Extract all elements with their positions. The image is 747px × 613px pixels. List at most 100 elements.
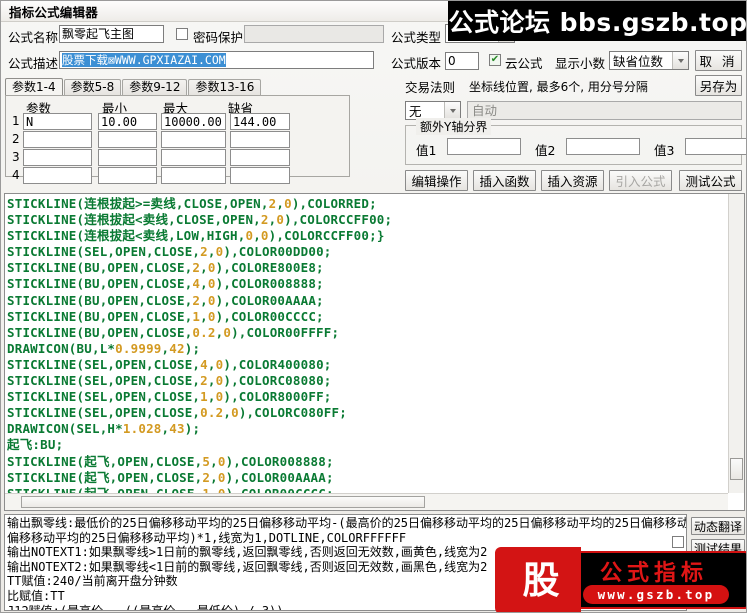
top-watermark-banner: 公式论坛 bbs.gszb.top	[448, 1, 747, 41]
formula-desc-label: 公式描述	[8, 56, 59, 71]
bottom-watermark-url: www.gszb.top	[597, 587, 715, 602]
code-editor-content[interactable]: STICKLINE(连根拔起>=卖线,CLOSE,OPEN,2,0),COLOR…	[5, 194, 728, 493]
param-name-1[interactable]: N	[23, 113, 92, 130]
param-row-index-2: 2	[12, 132, 20, 146]
param-max-4[interactable]	[161, 167, 226, 184]
code-line: STICKLINE(SEL,OPEN,CLOSE,0.2,0),COLORC08…	[7, 405, 347, 421]
formula-version-label: 公式版本	[391, 56, 442, 71]
bottom-watermark-url-pill: www.gszb.top	[583, 585, 729, 604]
cloud-formula-label: 云公式	[505, 56, 543, 71]
code-horizontal-scroll-thumb[interactable]	[21, 496, 425, 508]
code-line: STICKLINE(起飞,OPEN,CLOSE,1,0),COLOR00CCCC…	[7, 486, 728, 493]
formula-desc-selected-text: 股票下载⊠WWW.GPXIAZAI.COM	[62, 53, 226, 67]
param-min-2[interactable]	[98, 131, 157, 148]
code-line: STICKLINE(SEL,OPEN,CLOSE,4,0),COLOR40008…	[7, 356, 332, 372]
value2-label: 值2	[535, 143, 556, 158]
tab-params-1-4[interactable]: 参数1-4	[5, 78, 63, 95]
test-formula-button[interactable]: 测试公式	[679, 170, 742, 191]
code-line: STICKLINE(BU,OPEN,CLOSE,2,0),COLOR00AAAA…	[7, 292, 324, 308]
formula-name-label: 公式名称	[8, 30, 59, 45]
param-min-4[interactable]	[98, 167, 157, 184]
param-def-3[interactable]	[230, 149, 290, 166]
param-min-1[interactable]: 10.00	[98, 113, 157, 130]
code-editor[interactable]: STICKLINE(连根拔起>=卖线,CLOSE,OPEN,2,0),COLOR…	[4, 193, 745, 511]
tab-params-9-12[interactable]: 参数9-12	[122, 79, 188, 95]
value3-input[interactable]	[685, 138, 746, 155]
indicator-formula-editor-window: 指标公式编辑器 公式名称 飘零起飞主图 密码保护 公式类型 其他类 公式描述 股…	[0, 0, 747, 613]
param-row-index-3: 3	[12, 150, 20, 164]
param-name-4[interactable]	[23, 167, 92, 184]
insert-function-button[interactable]: 插入函数	[473, 170, 536, 191]
code-line: STICKLINE(SEL,OPEN,CLOSE,2,0),COLOR00DD0…	[7, 244, 332, 260]
code-vertical-scroll-thumb[interactable]	[730, 458, 743, 480]
trade-rule-label: 交易法则	[405, 80, 456, 95]
code-horizontal-scrollbar[interactable]	[5, 493, 728, 510]
code-line: STICKLINE(BU,OPEN,CLOSE,1,0),COLOR00CCCC…	[7, 308, 324, 324]
param-row-index-4: 4	[12, 168, 20, 182]
decimal-precision-value: 缺省位数	[613, 54, 664, 69]
value1-input[interactable]	[447, 138, 521, 155]
coordinate-hint-label: 坐标线位置, 最多6个, 用分号分隔	[469, 80, 648, 94]
code-line: STICKLINE(连根拔起<卖线,LOW,HIGH,0,0),COLORCCF…	[7, 228, 385, 244]
value2-input[interactable]	[566, 138, 640, 155]
decimal-precision-select[interactable]: 缺省位数	[609, 51, 689, 70]
bottom-watermark-banner: 股 公式指标 www.gszb.top	[495, 547, 746, 612]
code-line: STICKLINE(连根拔起>=卖线,CLOSE,OPEN,2,0),COLOR…	[7, 196, 377, 211]
coordinate-auto-input[interactable]: 自动	[467, 101, 742, 120]
code-line: DRAWICON(BU,L*0.9999,42);	[7, 340, 201, 356]
param-table-panel: 参数 最小 最大 缺省 1 2 3 4 N 10.00 10000.00 144…	[5, 95, 350, 184]
param-name-3[interactable]	[23, 149, 92, 166]
chevron-down-icon[interactable]	[672, 52, 688, 69]
form-row-desc: 公式描述 股票下载⊠WWW.GPXIAZAI.COM 公式版本 0 云公式 显示…	[1, 48, 746, 74]
code-line: STICKLINE(连根拔起<卖线,CLOSE,OPEN,2,0),COLORC…	[7, 212, 393, 228]
bottom-watermark-title: 公式指标	[599, 561, 708, 586]
formula-type-label: 公式类型	[391, 30, 442, 45]
param-def-2[interactable]	[230, 131, 290, 148]
code-line: STICKLINE(起飞,OPEN,CLOSE,2,0),COLOR00AAAA…	[7, 469, 334, 485]
formula-version-input[interactable]: 0	[445, 52, 479, 70]
insert-resource-button[interactable]: 插入资源	[541, 170, 604, 191]
edit-operations-button[interactable]: 编辑操作	[405, 170, 468, 191]
formula-desc-input[interactable]: 股票下载⊠WWW.GPXIAZAI.COM	[59, 51, 374, 69]
chevron-down-icon[interactable]	[444, 102, 460, 119]
show-decimal-label: 显示小数	[555, 56, 606, 71]
code-line: STICKLINE(SEL,OPEN,CLOSE,1,0),COLOR8000F…	[7, 389, 332, 405]
extra-y-axis-group: 额外Y轴分界 值1 值2 值3 值4	[405, 118, 746, 165]
top-watermark-text: 公式论坛 bbs.gszb.top	[448, 8, 747, 37]
value1-label: 值1	[416, 143, 437, 158]
description-line: 输出飘零线:最低价的25日偏移移动平均的25日偏移移动平均-(最高价的25日偏移…	[7, 516, 686, 530]
param-min-3[interactable]	[98, 149, 157, 166]
param-tab-bar: 参数1-4 参数5-8 参数9-12 参数13-16	[5, 78, 342, 95]
param-name-2[interactable]	[23, 131, 92, 148]
code-line: STICKLINE(SEL,OPEN,CLOSE,2,0),COLORC0808…	[7, 373, 332, 389]
code-line: DRAWICON(SEL,H*1.028,43);	[7, 421, 201, 437]
page-title: 指标公式编辑器	[9, 4, 98, 20]
password-protect-checkbox[interactable]	[176, 28, 188, 40]
save-as-button[interactable]: 另存为	[695, 75, 742, 96]
code-line: STICKLINE(BU,OPEN,CLOSE,0.2,0),COLOR00FF…	[7, 324, 340, 340]
extra-y-axis-caption: 额外Y轴分界	[416, 118, 492, 135]
formula-name-input[interactable]: 飘零起飞主图	[59, 25, 164, 43]
code-vertical-scrollbar[interactable]	[728, 194, 744, 493]
code-line: STICKLINE(BU,OPEN,CLOSE,2,0),COLORE800E8…	[7, 260, 324, 276]
param-max-3[interactable]	[161, 149, 226, 166]
password-input[interactable]	[244, 25, 384, 43]
param-def-4[interactable]	[230, 167, 290, 184]
password-protect-label: 密码保护	[193, 30, 244, 45]
value3-label: 值3	[654, 143, 675, 158]
dynamic-translate-button[interactable]: 动态翻译	[691, 517, 745, 535]
bull-logo-text: 股	[522, 559, 560, 602]
description-line: 偏移移动平均的25日偏移移动平均)*1,线宽为1,DOTLINE,COLORFF…	[7, 530, 407, 545]
cloud-formula-checkbox[interactable]	[489, 54, 501, 66]
param-def-1[interactable]: 144.00	[230, 113, 290, 130]
tab-params-13-16[interactable]: 参数13-16	[188, 79, 262, 95]
code-line: 起飞:BU;	[7, 437, 64, 453]
code-line: STICKLINE(BU,OPEN,CLOSE,4,0),COLOR008888…	[7, 276, 324, 292]
param-max-2[interactable]	[161, 131, 226, 148]
param-row-index-1: 1	[12, 114, 20, 128]
import-formula-button: 引入公式	[609, 170, 672, 191]
param-max-1[interactable]: 10000.00	[161, 113, 226, 130]
tab-params-5-8[interactable]: 参数5-8	[63, 79, 122, 95]
code-line: STICKLINE(起飞,OPEN,CLOSE,5,0),COLOR008888…	[7, 453, 334, 469]
cancel-button[interactable]: 取 消	[695, 50, 742, 71]
